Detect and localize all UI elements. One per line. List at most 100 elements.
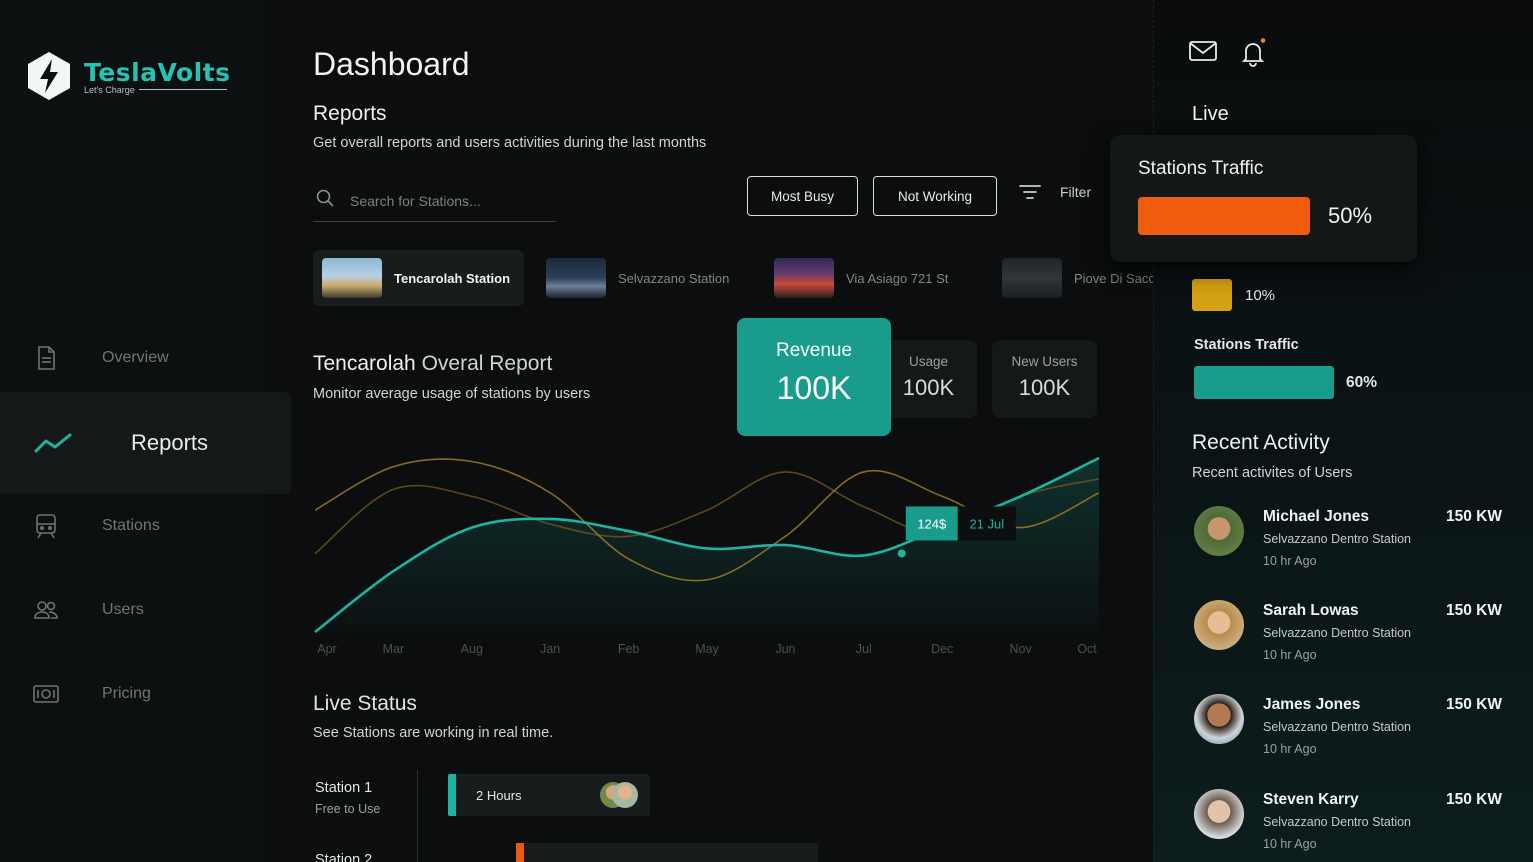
tooltip-value: 124$ — [917, 516, 947, 531]
trend-icon — [34, 433, 72, 453]
activity-user-name: Steven Karry — [1263, 791, 1359, 808]
station-thumbnail — [1002, 258, 1062, 298]
live-status-title: Live Status — [313, 692, 417, 715]
activity-item[interactable]: Steven Karry Selvazzano Dentro Station 1… — [1194, 789, 1514, 862]
avatar — [1194, 600, 1244, 650]
traffic-bar — [1194, 366, 1334, 399]
x-tick-label: Mar — [383, 642, 405, 656]
station-tab-via-asiago[interactable]: Via Asiago 721 St — [765, 250, 975, 306]
popup-traffic-value: 50% — [1328, 203, 1373, 228]
usage-bar-accent — [448, 774, 456, 816]
activity-time: 10 hr Ago — [1263, 837, 1317, 851]
search-icon — [316, 189, 334, 207]
live-label: Live — [1192, 103, 1229, 125]
station-tab-label: Tencarolah Station — [394, 270, 511, 286]
stations-traffic-popup[interactable]: Stations Traffic 50% — [1110, 135, 1417, 262]
activity-item[interactable]: Michael Jones Selvazzano Dentro Station … — [1194, 506, 1514, 586]
nav-item-users[interactable]: Users — [0, 580, 266, 640]
station-row-status: Free to Use — [315, 802, 381, 816]
filter-label: Filter — [1060, 184, 1092, 200]
search-input[interactable] — [350, 192, 540, 209]
x-tick-label: May — [695, 642, 719, 656]
activity-station: Selvazzano Dentro Station — [1263, 532, 1412, 546]
nav-item-stations[interactable]: Stations — [0, 496, 266, 556]
kpi-usage[interactable]: Usage 100K — [880, 340, 977, 418]
traffic-value: 60% — [1346, 373, 1378, 391]
station-search — [313, 180, 556, 222]
station-row-name: Station 2 — [315, 852, 373, 862]
usage-bar[interactable] — [516, 843, 818, 862]
station-thumbnail — [322, 258, 382, 298]
timeline-divider — [417, 770, 418, 862]
bell-icon[interactable] — [1238, 38, 1268, 68]
not-working-stat: 10% — [1192, 279, 1275, 311]
activity-time: 10 hr Ago — [1263, 742, 1317, 756]
top-icons — [1188, 38, 1268, 68]
station-thumbnail — [546, 258, 606, 298]
sidebar: TeslaVolts Let's Charge Overview Reports… — [0, 0, 291, 862]
activity-station: Selvazzano Dentro Station — [1263, 626, 1412, 640]
avatar — [1194, 694, 1244, 744]
document-icon — [38, 346, 55, 370]
activity-station: Selvazzano Dentro Station — [1263, 815, 1412, 829]
overall-report-subtitle: Monitor average usage of stations by use… — [313, 386, 591, 402]
kpi-label: Revenue — [775, 340, 853, 361]
station-tab-tencarolah[interactable]: Tencarolah Station — [313, 250, 524, 306]
kpi-revenue[interactable]: Revenue 100K — [737, 318, 891, 436]
activity-user-name: James Jones — [1263, 696, 1361, 713]
kpi-new-users[interactable]: New Users 100K — [992, 340, 1097, 418]
money-icon — [33, 685, 59, 703]
nav-item-overview[interactable]: Overview — [0, 328, 266, 388]
x-tick-label: Jan — [540, 642, 560, 656]
popup-title: Stations Traffic — [1138, 158, 1264, 179]
revenue-line-chart: 124$ 21 Jul Apr Mar Aug Jan Feb May Jun Jul Dec Nov… — [314, 456, 1100, 656]
nav-label: Users — [102, 601, 144, 618]
train-icon — [36, 514, 56, 539]
brand-logo[interactable]: TeslaVolts Let's Charge — [26, 50, 231, 102]
avatar — [612, 782, 638, 808]
station-thumbnail — [774, 258, 834, 298]
nav-label: Pricing — [102, 685, 151, 702]
station-tab-label: Piove Di Sacco — [1074, 270, 1153, 286]
x-tick-label: Jul — [856, 642, 872, 656]
activity-item[interactable]: Sarah Lowas Selvazzano Dentro Station 10… — [1194, 600, 1514, 680]
station-tab-selvazzano[interactable]: Selvazzano Station — [537, 250, 742, 306]
kpi-value: 100K — [1018, 375, 1071, 400]
filter-icon — [1019, 185, 1041, 199]
kpi-value: 100K — [902, 375, 955, 400]
reports-subtitle: Get overall reports and users activities… — [313, 135, 707, 151]
station-tab-label: Via Asiago 721 St — [846, 270, 949, 286]
x-tick-label: Apr — [317, 642, 336, 656]
filter-button[interactable]: Filter — [1018, 183, 1091, 201]
bolt-hexagon-icon — [28, 52, 70, 100]
activity-user-name: Michael Jones — [1263, 508, 1369, 525]
activity-item[interactable]: James Jones Selvazzano Dentro Station 10… — [1194, 694, 1514, 774]
usage-bar-accent — [516, 843, 524, 862]
not-working-value: 10% — [1245, 286, 1276, 304]
nav-item-pricing[interactable]: Pricing — [0, 664, 266, 724]
station-tab-label: Selvazzano Station — [618, 270, 730, 286]
activity-time: 10 hr Ago — [1263, 648, 1317, 662]
not-working-bar — [1192, 279, 1232, 311]
station-row-name: Station 1 — [315, 780, 373, 796]
x-tick-label: Dec — [931, 642, 953, 656]
chart-tooltip: 124$ 21 Jul — [905, 506, 1016, 541]
recent-activity-subtitle: Recent activites of Users — [1192, 465, 1353, 481]
chart-highlight-point[interactable] — [897, 549, 906, 558]
brand-name: TeslaVolts — [84, 57, 231, 87]
recent-activity-title: Recent Activity — [1192, 431, 1330, 454]
nav-item-reports[interactable]: Reports — [0, 392, 291, 494]
kpi-label: New Users — [1011, 354, 1078, 369]
activity-kw: 150 KW — [1446, 602, 1502, 619]
activity-time: 10 hr Ago — [1263, 554, 1317, 568]
activity-user-name: Sarah Lowas — [1263, 602, 1359, 619]
popup-traffic-bar — [1138, 197, 1310, 235]
not-working-button[interactable]: Not Working — [873, 176, 997, 216]
usage-bar[interactable]: 2 Hours — [448, 774, 650, 816]
most-busy-button[interactable]: Most Busy — [747, 176, 858, 216]
reports-title: Reports — [313, 102, 387, 125]
avatar — [1194, 789, 1244, 839]
activity-station: Selvazzano Dentro Station — [1263, 720, 1412, 734]
avatar — [1194, 506, 1244, 556]
mail-icon[interactable] — [1188, 38, 1218, 64]
